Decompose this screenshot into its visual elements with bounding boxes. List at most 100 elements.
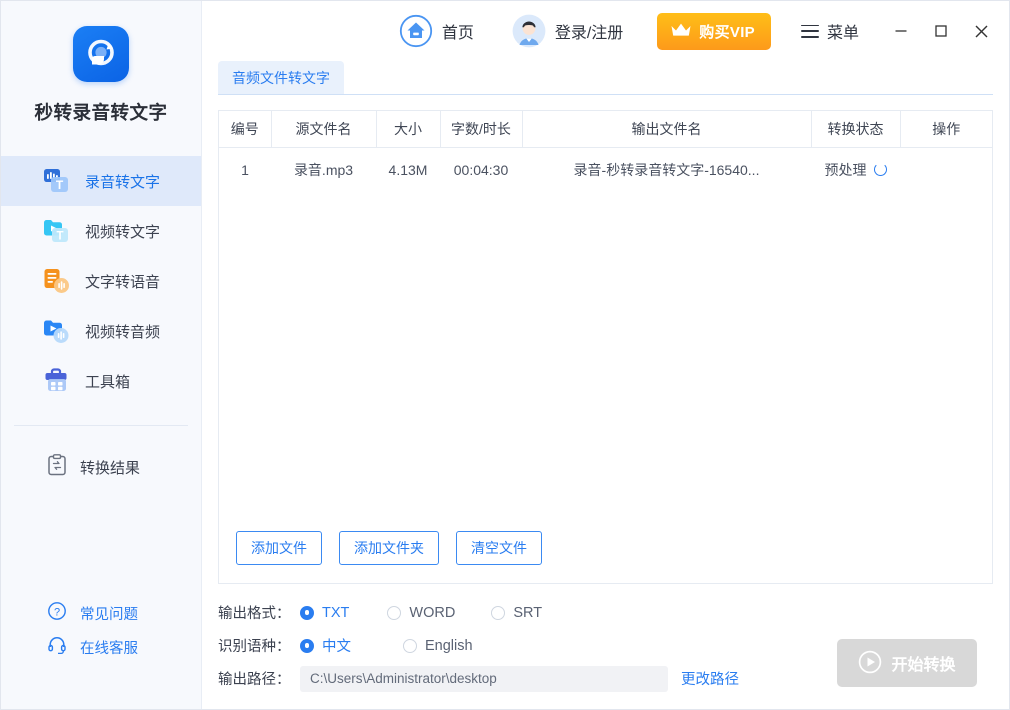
cell-action <box>900 148 992 192</box>
menu-button[interactable]: 菜单 <box>801 13 859 49</box>
output-path-label: 输出路径： <box>218 668 300 689</box>
audio-to-text-icon: T <box>42 166 72 196</box>
tab-bar: 音频文件转文字 <box>218 61 993 95</box>
column-header-action: 操作 <box>900 111 992 148</box>
sidebar-item-label: 录音转文字 <box>85 171 160 192</box>
sidebar-item-audio-to-text[interactable]: T 录音转文字 <box>1 156 201 206</box>
title-bar: 首页 登录/注册 <box>202 1 1009 61</box>
column-header-source-name: 源文件名 <box>271 111 376 148</box>
svg-text:?: ? <box>54 606 60 618</box>
loading-spinner-icon <box>874 163 887 176</box>
sidebar-item-label: 视频转音频 <box>85 321 160 342</box>
play-circle-icon <box>858 650 882 677</box>
audio-convert-logo-icon <box>73 26 129 82</box>
sidebar-item-faq[interactable]: ? 常见问题 <box>1 596 201 630</box>
home-button[interactable]: 首页 <box>395 11 478 51</box>
add-folder-button[interactable]: 添加文件夹 <box>339 531 439 565</box>
clipboard-convert-icon <box>47 454 67 481</box>
crown-icon <box>670 22 692 41</box>
radio-dot-icon <box>387 606 401 620</box>
table-header-row: 编号 源文件名 大小 字数/时长 输出文件名 转换状态 操作 <box>219 111 992 148</box>
sidebar-nav: T 录音转文字 T 视频转文字 <box>1 156 201 406</box>
output-path-input[interactable] <box>300 666 668 692</box>
file-table: 编号 源文件名 大小 字数/时长 输出文件名 转换状态 操作 1 录音.mp3 <box>219 110 992 192</box>
sidebar-item-label: 工具箱 <box>85 371 130 392</box>
sidebar-results-label: 转换结果 <box>80 457 140 478</box>
language-radio-label: English <box>425 638 473 654</box>
minimize-button[interactable] <box>881 11 921 51</box>
close-button[interactable] <box>961 11 1001 51</box>
start-convert-button[interactable]: 开始转换 <box>837 639 977 687</box>
column-header-duration: 字数/时长 <box>440 111 522 148</box>
sidebar-item-toolbox[interactable]: 工具箱 <box>1 356 201 406</box>
buy-vip-label: 购买VIP <box>699 21 755 42</box>
home-label: 首页 <box>442 19 474 43</box>
video-to-audio-icon <box>42 316 72 346</box>
cell-duration: 00:04:30 <box>440 148 522 192</box>
format-radio-srt[interactable]: SRT <box>491 605 542 621</box>
video-to-text-icon: T <box>42 216 72 246</box>
sidebar-item-support[interactable]: 在线客服 <box>1 630 201 664</box>
cell-status: 预处理 <box>811 148 900 192</box>
sidebar-divider <box>14 425 188 426</box>
sidebar-item-results[interactable]: 转换结果 <box>1 452 201 482</box>
hamburger-icon <box>801 25 819 38</box>
column-header-status: 转换状态 <box>811 111 900 148</box>
main-area: 首页 登录/注册 <box>202 1 1009 709</box>
radio-dot-icon <box>403 639 417 653</box>
tab-label: 音频文件转文字 <box>232 68 330 88</box>
toolbox-icon <box>42 366 72 396</box>
text-to-speech-icon <box>42 266 72 296</box>
cell-output-name: 录音-秒转录音转文字-16540... <box>522 148 811 192</box>
table-body: 1 录音.mp3 4.13M 00:04:30 录音-秒转录音转文字-16540… <box>219 148 992 192</box>
account-button[interactable]: 登录/注册 <box>508 11 627 51</box>
change-path-link[interactable]: 更改路径 <box>681 668 739 689</box>
sidebar-item-label: 文字转语音 <box>85 271 160 292</box>
maximize-button[interactable] <box>921 11 961 51</box>
sidebar: 秒转录音转文字 T 录音转文字 <box>1 1 202 709</box>
start-convert-label: 开始转换 <box>891 651 955 675</box>
sidebar-item-text-to-speech[interactable]: 文字转语音 <box>1 256 201 306</box>
format-radio-txt[interactable]: TXT <box>300 605 349 621</box>
table-row[interactable]: 1 录音.mp3 4.13M 00:04:30 录音-秒转录音转文字-16540… <box>219 148 992 192</box>
add-file-button[interactable]: 添加文件 <box>236 531 322 565</box>
brand: 秒转录音转文字 <box>1 1 201 125</box>
language-radio-english[interactable]: English <box>403 638 473 654</box>
sidebar-support-label: 在线客服 <box>80 637 138 658</box>
sidebar-item-label: 视频转文字 <box>85 221 160 242</box>
avatar-icon <box>512 14 546 48</box>
format-radio-label: WORD <box>409 605 455 621</box>
column-header-size: 大小 <box>376 111 440 148</box>
sidebar-help-block: ? 常见问题 在线客服 <box>1 596 201 664</box>
format-radio-word[interactable]: WORD <box>387 605 455 621</box>
svg-text:T: T <box>56 178 64 192</box>
menu-label: 菜单 <box>827 19 859 43</box>
table-empty-space <box>219 192 992 517</box>
radio-dot-icon <box>300 606 314 620</box>
output-format-label: 输出格式： <box>218 602 300 623</box>
language-radio-chinese[interactable]: 中文 <box>300 635 351 656</box>
radio-dot-icon <box>300 639 314 653</box>
output-format-row: 输出格式： TXT WORD SRT <box>218 596 993 629</box>
sidebar-item-video-to-text[interactable]: T 视频转文字 <box>1 206 201 256</box>
buy-vip-button[interactable]: 购买VIP <box>657 13 771 50</box>
cell-index: 1 <box>219 148 271 192</box>
radio-dot-icon <box>491 606 505 620</box>
options-panel: 输出格式： TXT WORD SRT 识别语种： <box>218 584 993 709</box>
clear-files-button[interactable]: 清空文件 <box>456 531 542 565</box>
sidebar-item-video-to-audio[interactable]: 视频转音频 <box>1 306 201 356</box>
table-header: 编号 源文件名 大小 字数/时长 输出文件名 转换状态 操作 <box>219 111 992 148</box>
status-badge: 预处理 <box>825 160 867 180</box>
page-title: 秒转录音转文字 <box>34 99 167 125</box>
home-icon <box>399 14 433 48</box>
format-radio-label: SRT <box>513 605 542 621</box>
question-circle-icon: ? <box>47 601 67 626</box>
language-radio-label: 中文 <box>322 635 351 656</box>
format-radio-label: TXT <box>322 605 349 621</box>
sidebar-faq-label: 常见问题 <box>80 603 138 624</box>
column-header-index: 编号 <box>219 111 271 148</box>
content-area: 音频文件转文字 编号 源文件名 大小 字数/时长 <box>202 61 1009 709</box>
file-action-buttons: 添加文件 添加文件夹 清空文件 <box>219 517 992 583</box>
cell-source-name: 录音.mp3 <box>271 148 376 192</box>
tab-audio-to-text[interactable]: 音频文件转文字 <box>218 61 344 94</box>
